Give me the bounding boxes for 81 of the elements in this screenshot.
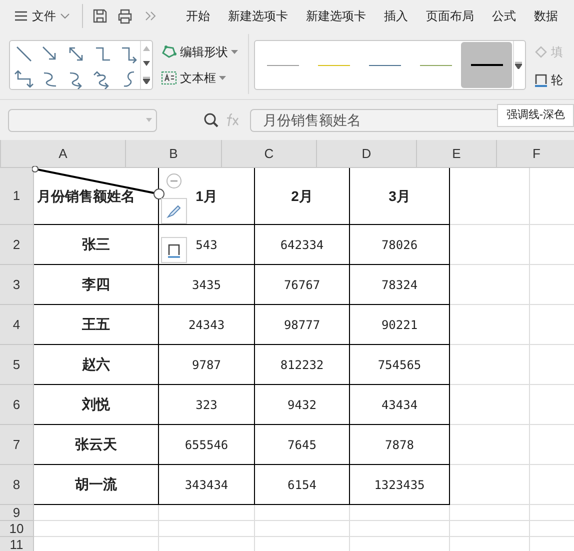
ribbon-tab[interactable]: 数据: [525, 4, 567, 28]
column-header[interactable]: B: [126, 140, 222, 167]
row-header[interactable]: 5: [0, 345, 34, 385]
ribbon-tab[interactable]: 公式: [483, 4, 525, 28]
row-header[interactable]: 10: [0, 521, 34, 537]
outline-button[interactable]: [161, 237, 187, 263]
caret-icon: [231, 50, 238, 54]
zoom-icon[interactable]: [203, 112, 219, 128]
expand-gallery-icon[interactable]: [143, 76, 150, 84]
table-cell: 7645: [255, 425, 350, 465]
table-cell: 90221: [350, 305, 450, 345]
table-cell: 76767: [255, 265, 350, 305]
ribbon-tab[interactable]: 插入: [375, 4, 417, 28]
table-cell: 刘悦: [34, 385, 159, 425]
chevron-down-icon: [60, 13, 70, 19]
table-cell: 赵六: [34, 345, 159, 385]
ribbon-tab[interactable]: 开始: [177, 4, 219, 28]
outline-button[interactable]: 轮: [534, 71, 563, 89]
caret-icon: [219, 76, 226, 80]
table-cell: 78026: [350, 225, 450, 265]
line-shape-icon[interactable]: [14, 44, 34, 64]
table-cell: 812232: [255, 345, 350, 385]
row-header[interactable]: 7: [0, 425, 34, 465]
tooltip: 强调线-深色: [497, 104, 574, 126]
row-header[interactable]: 11: [0, 537, 34, 551]
column-header[interactable]: F: [497, 140, 574, 167]
text-box-button[interactable]: 文本框: [161, 69, 238, 87]
table-cell: 胡一流: [34, 465, 159, 505]
column-header[interactable]: C: [222, 140, 317, 167]
save-icon[interactable]: [92, 8, 108, 24]
table-cell: 343434: [159, 465, 255, 505]
table-cell: 323: [159, 385, 255, 425]
table-cell: 642334: [255, 225, 350, 265]
scroll-down-icon[interactable]: [143, 61, 150, 66]
file-menu[interactable]: 文件: [14, 4, 70, 28]
ribbon-tab[interactable]: 新建选项卡: [219, 4, 297, 28]
row-header[interactable]: 1: [0, 168, 34, 225]
row-header[interactable]: 9: [0, 505, 34, 521]
row-header[interactable]: 6: [0, 385, 34, 425]
table-cell: 7878: [350, 425, 450, 465]
dropdown-arrow-icon: [146, 118, 152, 122]
more-icon[interactable]: [145, 11, 157, 21]
line-shape-icon[interactable]: [14, 68, 34, 88]
outline-icon: [534, 73, 548, 87]
text-box-icon: [161, 71, 177, 85]
row-header[interactable]: 4: [0, 305, 34, 345]
edit-shape-button[interactable]: 编辑形状: [161, 43, 238, 61]
table-cell: 李四: [34, 265, 159, 305]
diagonal-line[interactable]: [32, 166, 166, 202]
table-cell: 655546: [159, 425, 255, 465]
row-header[interactable]: 2: [0, 225, 34, 265]
table-cell: 754565: [350, 345, 450, 385]
ribbon-tab[interactable]: 页面布局: [417, 4, 483, 28]
table-cell: 王五: [34, 305, 159, 345]
table-cell: 3435: [159, 265, 255, 305]
table-cell: 1323435: [350, 465, 450, 505]
table-cell: 2月: [255, 168, 350, 225]
column-header[interactable]: E: [417, 140, 497, 167]
column-header[interactable]: D: [317, 140, 417, 167]
table-cell: 张三: [34, 225, 159, 265]
outline-icon: [166, 242, 182, 258]
table-cell: 98777: [255, 305, 350, 345]
print-icon[interactable]: [117, 8, 133, 24]
expand-gallery-icon[interactable]: [515, 62, 522, 68]
table-cell: 24343: [159, 305, 255, 345]
table-cell: 78324: [350, 265, 450, 305]
line-style-swatch[interactable]: [461, 42, 512, 88]
row-header[interactable]: 8: [0, 465, 34, 505]
table-cell: 9432: [255, 385, 350, 425]
menu-icon: [14, 10, 28, 22]
table-cell: 3月: [350, 168, 450, 225]
brush-icon: [166, 203, 182, 219]
table-cell: 6154: [255, 465, 350, 505]
row-header[interactable]: 3: [0, 265, 34, 305]
shape-nodes-icon: [161, 45, 177, 59]
minus-circle-icon[interactable]: [166, 173, 182, 189]
table-cell: 9787: [159, 345, 255, 385]
table-cell: 43434: [350, 385, 450, 425]
table-cell: 张云天: [34, 425, 159, 465]
line-style-button[interactable]: [161, 198, 187, 224]
ribbon-tab[interactable]: 新建选项卡: [297, 4, 375, 28]
